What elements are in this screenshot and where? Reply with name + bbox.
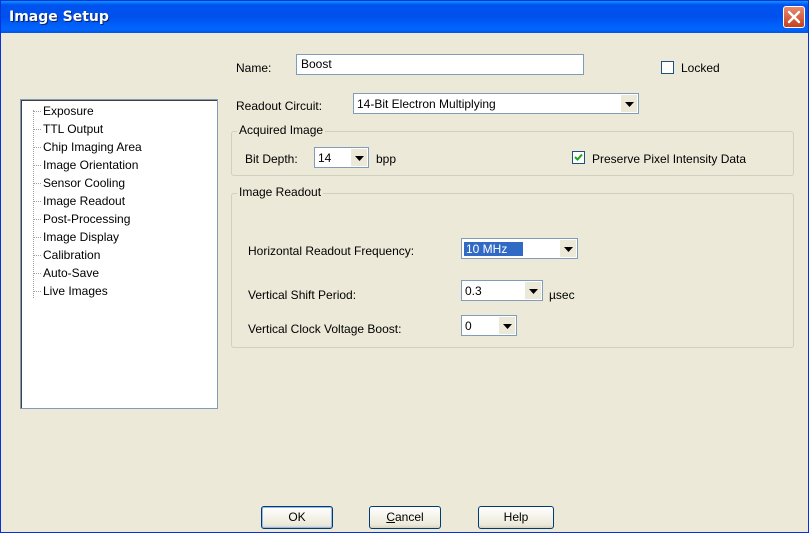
tree-item-post-processing[interactable]: Post-Processing bbox=[43, 210, 130, 228]
horizontal-frequency-arrow[interactable] bbox=[560, 240, 576, 257]
tree-item-ttl-output[interactable]: TTL Output bbox=[43, 120, 103, 138]
chevron-down-icon bbox=[625, 102, 634, 107]
vertical-shift-dropdown[interactable]: 0.3 bbox=[461, 280, 543, 301]
image-readout-title: Image Readout bbox=[237, 185, 324, 199]
tree-item-live-images[interactable]: Live Images bbox=[43, 282, 108, 300]
vertical-clock-label: Vertical Clock Voltage Boost: bbox=[248, 322, 402, 336]
cancel-mnemonic: C bbox=[386, 510, 395, 524]
tree-item-image-readout[interactable]: Image Readout bbox=[43, 192, 125, 210]
name-value: Boost bbox=[301, 57, 332, 71]
tree-branch bbox=[33, 183, 41, 184]
bit-depth-arrow[interactable] bbox=[351, 149, 367, 166]
chevron-down-icon bbox=[503, 324, 512, 329]
tree-item-image-display[interactable]: Image Display bbox=[43, 228, 119, 246]
vertical-clock-arrow[interactable] bbox=[499, 317, 515, 334]
chevron-down-icon bbox=[355, 156, 364, 161]
vertical-clock-value: 0 bbox=[465, 319, 472, 333]
checkmark-icon bbox=[574, 153, 583, 161]
vertical-clock-dropdown[interactable]: 0 bbox=[461, 315, 517, 336]
tree-item-image-orientation[interactable]: Image Orientation bbox=[43, 156, 138, 174]
ok-button[interactable]: OK bbox=[261, 506, 333, 529]
name-label: Name: bbox=[236, 61, 272, 75]
tree-branch bbox=[33, 129, 41, 130]
cancel-button[interactable]: Cancel bbox=[369, 506, 441, 529]
readout-circuit-arrow[interactable] bbox=[621, 95, 637, 112]
tree-connector-line bbox=[33, 110, 34, 298]
tree-branch bbox=[33, 255, 41, 256]
ok-button-label: OK bbox=[288, 510, 306, 524]
tree-branch bbox=[33, 147, 41, 148]
bit-depth-dropdown[interactable]: 14 bbox=[314, 147, 369, 168]
preserve-intensity-label: Preserve Pixel Intensity Data bbox=[592, 152, 747, 166]
close-button[interactable] bbox=[783, 6, 805, 28]
horizontal-frequency-value: 10 MHz bbox=[464, 242, 524, 256]
tree-branch bbox=[33, 219, 41, 220]
horizontal-frequency-label: Horizontal Readout Frequency: bbox=[248, 244, 415, 258]
tree-item-calibration[interactable]: Calibration bbox=[43, 246, 100, 264]
bit-depth-label: Bit Depth: bbox=[245, 152, 298, 166]
tree-branch bbox=[33, 111, 41, 112]
close-icon bbox=[787, 10, 801, 24]
image-setup-dialog: Image Setup Name: Boost Locked Readout C… bbox=[0, 0, 809, 533]
bit-depth-value: 14 bbox=[318, 151, 332, 165]
vertical-shift-unit: µsec bbox=[549, 288, 575, 302]
settings-tree[interactable]: Exposure TTL Output Chip Imaging Area Im… bbox=[20, 99, 218, 409]
chevron-down-icon bbox=[529, 289, 538, 294]
bit-depth-unit: bpp bbox=[376, 152, 397, 166]
readout-circuit-label: Readout Circuit: bbox=[236, 99, 323, 113]
tree-item-auto-save[interactable]: Auto-Save bbox=[43, 264, 99, 282]
tree-branch bbox=[33, 165, 41, 166]
locked-checkbox[interactable] bbox=[661, 61, 674, 74]
chevron-down-icon bbox=[564, 247, 573, 252]
tree-branch bbox=[33, 291, 41, 292]
tree-item-sensor-cooling[interactable]: Sensor Cooling bbox=[43, 174, 125, 192]
tree-item-chip-imaging-area[interactable]: Chip Imaging Area bbox=[43, 138, 142, 156]
tree-branch bbox=[33, 273, 41, 274]
horizontal-frequency-dropdown[interactable]: 10 MHz bbox=[461, 238, 578, 259]
acquired-image-title: Acquired Image bbox=[237, 123, 326, 137]
readout-circuit-value: 14-Bit Electron Multiplying bbox=[357, 97, 496, 111]
tree-branch bbox=[33, 201, 41, 202]
title-bar[interactable]: Image Setup bbox=[1, 1, 808, 33]
preserve-intensity-checkbox[interactable] bbox=[572, 151, 585, 164]
readout-circuit-dropdown[interactable]: 14-Bit Electron Multiplying bbox=[353, 93, 639, 114]
locked-label: Locked bbox=[681, 61, 720, 75]
vertical-shift-label: Vertical Shift Period: bbox=[248, 288, 357, 302]
vertical-shift-value: 0.3 bbox=[465, 284, 482, 298]
tree-branch bbox=[33, 237, 41, 238]
name-field[interactable]: Boost bbox=[296, 54, 584, 75]
vertical-shift-arrow[interactable] bbox=[525, 282, 541, 299]
tree-item-exposure[interactable]: Exposure bbox=[43, 102, 94, 120]
help-button[interactable]: Help bbox=[478, 506, 554, 529]
cancel-button-label: ancel bbox=[394, 510, 424, 524]
window-title: Image Setup bbox=[9, 9, 109, 25]
help-button-label: Help bbox=[503, 510, 529, 524]
